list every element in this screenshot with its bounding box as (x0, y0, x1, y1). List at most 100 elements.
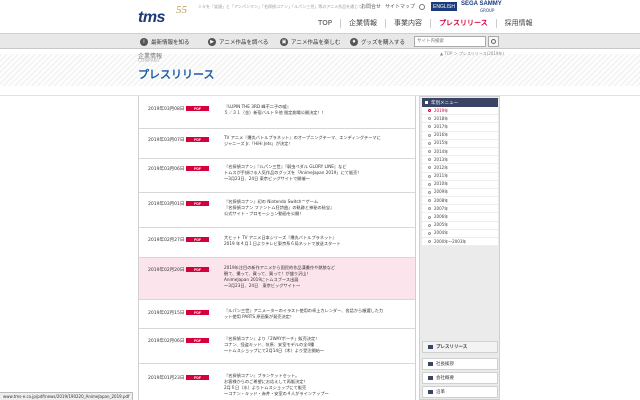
circle-bullet-icon (428, 231, 431, 235)
release-item[interactable]: 2019年02月20日 PDF 2019年注目の新作アニメから国民的作品漢書作や… (139, 258, 415, 300)
release-text[interactable]: 『名探偵コナン』ブランケットセット。 お客様からのご希望にお応えして再販決定！ … (224, 373, 410, 397)
search-icon[interactable] (419, 3, 426, 10)
subnav-label: グッズを購入する (361, 40, 406, 46)
year-item-2005[interactable]: 2005年 (422, 222, 498, 230)
release-text[interactable]: 2019年注目の新作アニメから国民的作品漢書作や熱狼など 観て、撮って、買って、… (224, 265, 410, 289)
year-item-2006[interactable]: 2006年 (422, 213, 498, 222)
subnav-label: アニメ作品を楽しむ (291, 40, 341, 46)
release-date: 2019年02月06日 (148, 339, 185, 344)
release-item[interactable]: 2019年01月23日 PDF 『名探偵コナン』ブランケットセット。 お客様から… (139, 364, 415, 400)
pdf-badge[interactable]: PDF (186, 201, 209, 206)
nav-recruit[interactable]: 採用情報 (495, 19, 541, 28)
release-text[interactable]: 『名探偵コナン』より「2WAYポーチ」販売決定！ コナン、怪盗キッド、灰原、安室… (224, 336, 410, 354)
nav-business[interactable]: 事業内容 (385, 19, 430, 28)
contact-link[interactable]: お問合せ (361, 3, 381, 10)
subnav-label: アニメ作品を調べる (219, 40, 269, 46)
year-item-2015[interactable]: 2015年 (422, 140, 498, 148)
release-text[interactable]: 『ルパン三世』アニメーターのイラスト使用の卓上カレンダー、各話から厳選した力 ッ… (224, 308, 410, 320)
year-item-2008[interactable]: 2008年 (422, 197, 498, 206)
sidebar-section-press-release[interactable]: プレスリリース (422, 341, 498, 353)
pdf-badge[interactable]: PDF (186, 237, 209, 242)
pdf-badge[interactable]: PDF (186, 137, 209, 142)
site-search-button[interactable] (488, 36, 499, 47)
pdf-badge[interactable]: PDF (186, 166, 209, 171)
release-date: 2019年01月23日 (148, 376, 185, 381)
release-item[interactable]: 2019年02月15日 PDF 『ルパン三世』アニメーターのイラスト使用の卓上カ… (139, 300, 415, 329)
breadcrumb[interactable]: ▲ TOP ＞ プレスリリース(2019年) (440, 51, 504, 57)
year-item-2014[interactable]: 2014年 (422, 148, 498, 157)
release-text[interactable]: 『名探偵コナン』『ルパン三世』『弱虫ペダル GLORY LINE』など トムスが… (224, 164, 410, 182)
year-menu-heading-label: 年別メニュー (431, 100, 458, 106)
circle-bullet-icon (428, 190, 431, 194)
sitemap-link[interactable]: サイトマップ (385, 3, 415, 10)
page-title: プレスリリース (138, 68, 215, 81)
nav-press-release[interactable]: プレスリリース (430, 19, 496, 28)
year-sidebar: 年別メニュー 2019年 2018年 2017年 2016年 2015年 201… (419, 96, 500, 400)
sidebar-section-history[interactable]: 沿革 (422, 386, 498, 398)
nav-top[interactable]: TOP (310, 19, 340, 28)
pdf-badge[interactable]: PDF (186, 106, 209, 111)
global-nav: TOP 企業情報 事業内容 プレスリリース 採用情報 (310, 19, 541, 28)
circle-bullet-icon (428, 207, 431, 211)
tms-logo[interactable]: tms (138, 9, 165, 27)
folder-icon (428, 376, 433, 380)
circle-bullet-icon (428, 182, 431, 186)
circle-bullet-icon (428, 166, 431, 170)
year-item-2009[interactable]: 2009年 (422, 189, 498, 198)
subnav-search-anime[interactable]: ▶ アニメ作品を調べる (208, 38, 268, 46)
site-search-input[interactable] (414, 36, 486, 47)
circle-bullet-icon (428, 240, 431, 244)
year-item-2016[interactable]: 2016年 (422, 132, 498, 140)
release-text[interactable]: 『LUPIN THE 3RD 峰不二子の嘘』 ５／３１（金）新宿バルト９他 限定… (224, 104, 410, 116)
pdf-badge[interactable]: PDF (186, 310, 209, 315)
release-date: 2019年03月06日 (148, 167, 185, 172)
release-text[interactable]: 大ヒット TV アニメ日本シリーズ『爆丸バトルプラネット』 2019 年４月１日… (224, 235, 410, 247)
circle-bullet-icon (428, 117, 431, 121)
year-item-2000-2003[interactable]: 2000年〜2003年 (422, 238, 498, 247)
site-header: tms 55 人々を「笑顔」と「アンパンマン」「名探偵コナン」「ルパン三世」等の… (0, 0, 640, 33)
release-item[interactable]: 2019年03月06日 PDF 『名探偵コナン』『ルパン三世』『弱虫ペダル GL… (139, 159, 415, 193)
folder-icon (428, 345, 433, 349)
release-item[interactable]: 2019年02月06日 PDF 『名探偵コナン』より「2WAYポーチ」販売決定！… (139, 329, 415, 364)
circle-bullet-icon (428, 174, 431, 178)
sidebar-section-president-message[interactable]: 社長挨拶 (422, 358, 498, 370)
release-item[interactable]: 2019年03月07日 PDF TV アニメ『爆丸バトルプラネット』のオープニン… (139, 129, 415, 159)
release-item[interactable]: 2019年03月01日 PDF 『名探偵コナン』初の Nintendo Swit… (139, 193, 415, 228)
cart-icon: ♦ (350, 38, 358, 46)
circle-bullet-icon (428, 133, 431, 137)
sidebar-section-company-profile[interactable]: 会社概要 (422, 372, 498, 384)
sega-sammy-group-label: GROUP (480, 8, 495, 13)
subnav-enjoy-anime[interactable]: ▣ アニメ作品を楽しむ (280, 38, 340, 46)
pdf-badge[interactable]: PDF (186, 338, 209, 343)
pdf-badge[interactable]: PDF (186, 375, 209, 380)
browser-status-bar: www.tms-e.co.jp/pdf/news/2019/190220_Ani… (0, 392, 134, 400)
title-stripe-bg (0, 54, 640, 86)
circle-bullet-icon (428, 158, 431, 162)
subnav-buy-goods[interactable]: ♦ グッズを購入する (350, 38, 405, 46)
year-item-2017[interactable]: 2017年 (422, 123, 498, 132)
site-tagline: 人々を「笑顔」と「アンパンマン」「名探偵コナン」「ルパン三世」等のアニメ作品を通… (198, 4, 367, 9)
sega-sammy-logo[interactable]: SEGA SAMMY (461, 1, 502, 7)
year-item-2018[interactable]: 2018年 (422, 115, 498, 124)
release-item[interactable]: 2019年03月08日 PDF 『LUPIN THE 3RD 峰不二子の嘘』 ５… (139, 97, 415, 129)
year-item-2004[interactable]: 2004年 (422, 230, 498, 238)
circle-bullet-icon (428, 199, 431, 203)
year-item-2019[interactable]: 2019年 (422, 107, 498, 116)
year-item-2007[interactable]: 2007年 (422, 205, 498, 214)
circle-bullet-icon (428, 109, 431, 113)
release-date: 2019年02月15日 (148, 311, 185, 316)
year-item-2012[interactable]: 2012年 (422, 164, 498, 173)
release-text[interactable]: 『名探偵コナン』初の Nintendo Switch™ゲーム 『名探偵コナン フ… (224, 199, 410, 217)
english-button[interactable]: ENGLISH (431, 2, 457, 11)
release-date: 2019年02月27日 (148, 238, 185, 243)
subnav-latest-news[interactable]: i 最新情報を知る (140, 38, 190, 46)
release-item[interactable]: 2019年02月27日 PDF 大ヒット TV アニメ日本シリーズ『爆丸バトルプ… (139, 228, 415, 258)
year-item-2013[interactable]: 2013年 (422, 156, 498, 165)
pdf-badge[interactable]: PDF (186, 267, 209, 272)
year-item-2011[interactable]: 2011年 (422, 173, 498, 181)
year-menu-heading: 年別メニュー (422, 98, 498, 107)
nav-company[interactable]: 企業情報 (340, 19, 385, 28)
release-date: 2019年02月20日 (148, 268, 185, 273)
year-item-2010[interactable]: 2010年 (422, 181, 498, 189)
release-text[interactable]: TV アニメ『爆丸バトルプラネット』のオープニングテーマ、エンディングテーマに … (224, 135, 410, 147)
